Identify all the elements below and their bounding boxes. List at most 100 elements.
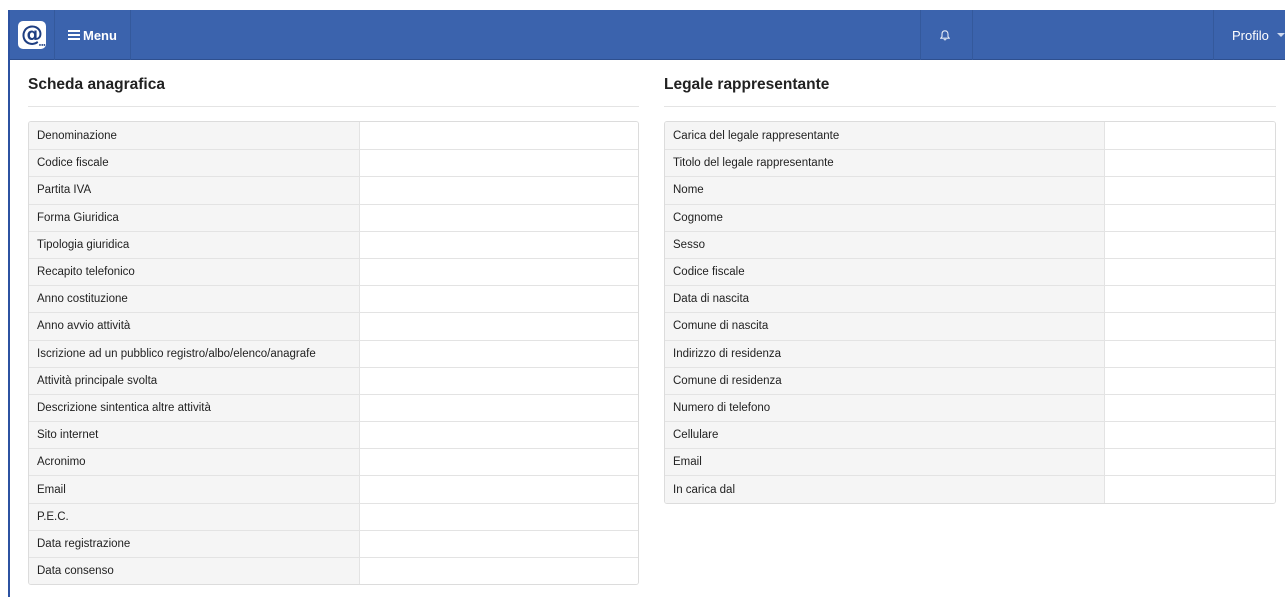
field-label: Indirizzo di residenza — [665, 340, 1105, 367]
field-label: Data consenso — [29, 558, 360, 585]
logo-text: @ — [21, 22, 43, 47]
field-value — [360, 394, 638, 422]
field-label: P.E.C. — [29, 503, 360, 530]
field-value — [360, 150, 638, 177]
field-value — [360, 449, 638, 476]
field-value — [1105, 177, 1275, 204]
hamburger-menu-icon — [68, 30, 80, 40]
table-row: P.E.C. — [29, 502, 638, 530]
table-row: Numero di telefono — [665, 393, 1275, 422]
table-row: Comune di nascita — [665, 312, 1275, 340]
field-value — [360, 122, 638, 150]
field-label: Data registrazione — [29, 530, 360, 557]
field-label: Comune di nascita — [665, 313, 1105, 340]
field-label: Codice fiscale — [665, 258, 1105, 286]
field-label: Recapito telefonico — [29, 258, 360, 286]
section-divider — [664, 106, 1276, 107]
notifications-button[interactable] — [938, 10, 952, 60]
table-row: Recapito telefonico — [29, 257, 638, 286]
field-value — [360, 313, 638, 340]
field-value — [360, 367, 638, 394]
menu-label: Menu — [83, 27, 117, 43]
menu-button[interactable]: Menu — [68, 10, 117, 60]
field-label: Cognome — [665, 204, 1105, 231]
field-value — [1105, 286, 1275, 313]
home-logo-link[interactable]: @ — [10, 10, 54, 60]
scheda-anagrafica-title: Scheda anagrafica — [28, 76, 165, 93]
table-row: Descrizione sintentica altre attività — [29, 393, 638, 422]
table-row: Data registrazione — [29, 529, 638, 557]
table-row: In carica dal — [665, 475, 1275, 503]
field-value — [360, 177, 638, 204]
field-value — [360, 340, 638, 367]
field-label: Anno costituzione — [29, 286, 360, 313]
section-divider — [28, 106, 639, 107]
table-row: Data di nascita — [665, 285, 1275, 313]
field-value — [1105, 204, 1275, 231]
navbar-divider — [130, 10, 131, 60]
field-label: Carica del legale rappresentante — [665, 122, 1105, 150]
field-label: Tipologia giuridica — [29, 231, 360, 258]
field-value — [360, 503, 638, 530]
table-row: Forma Giuridica — [29, 203, 638, 231]
top-navbar: @ Menu Profilo — [10, 10, 1285, 60]
field-value — [1105, 340, 1275, 367]
legale-rappresentante-table: Carica del legale rappresentante Titolo d… — [664, 121, 1276, 504]
field-label: Numero di telefono — [665, 394, 1105, 422]
table-row: Carica del legale rappresentante — [665, 122, 1275, 150]
field-label: Codice fiscale — [29, 150, 360, 177]
table-row: Iscrizione ad un pubblico registro/albo/… — [29, 339, 638, 367]
bell-icon — [940, 29, 950, 40]
table-row: Codice fiscale — [665, 257, 1275, 286]
table-row: Sito internet — [29, 421, 638, 449]
field-value — [1105, 150, 1275, 177]
field-value — [360, 422, 638, 449]
field-label: Email — [665, 449, 1105, 476]
field-label: Nome — [665, 177, 1105, 204]
field-label: Cellulare — [665, 422, 1105, 449]
top-margin — [0, 0, 1285, 10]
field-value — [1105, 394, 1275, 422]
field-value — [1105, 449, 1275, 476]
table-row: Denominazione — [29, 122, 638, 150]
table-row: Cognome — [665, 203, 1275, 231]
field-label: Data di nascita — [665, 286, 1105, 313]
field-label: Partita IVA — [29, 177, 360, 204]
field-label: Forma Giuridica — [29, 204, 360, 231]
navbar-divider — [1213, 10, 1214, 60]
table-row: Cellulare — [665, 421, 1275, 449]
field-label: Attività principale svolta — [29, 367, 360, 394]
table-row: Tipologia giuridica — [29, 230, 638, 258]
field-label: In carica dal — [665, 476, 1105, 503]
field-value — [360, 476, 638, 503]
table-row: Attività principale svolta — [29, 366, 638, 394]
table-row: Sesso — [665, 230, 1275, 258]
field-value — [360, 286, 638, 313]
field-label: Comune di residenza — [665, 367, 1105, 394]
table-row: Anno avvio attività — [29, 312, 638, 340]
field-value — [1105, 367, 1275, 394]
table-row: Codice fiscale — [29, 149, 638, 177]
field-label: Sito internet — [29, 422, 360, 449]
at-sign-logo-icon: @ — [18, 21, 46, 49]
table-row: Data consenso — [29, 557, 638, 585]
field-label: Sesso — [665, 231, 1105, 258]
field-value — [1105, 258, 1275, 286]
field-label: Denominazione — [29, 122, 360, 150]
field-value — [1105, 476, 1275, 503]
caret-down-icon — [1276, 33, 1285, 37]
profile-dropdown[interactable]: Profilo — [1232, 10, 1285, 60]
field-value — [360, 258, 638, 286]
navbar-divider — [920, 10, 921, 60]
field-value — [360, 530, 638, 557]
left-page-edge — [0, 0, 10, 597]
field-label: Titolo del legale rappresentante — [665, 150, 1105, 177]
table-row: Email — [665, 448, 1275, 476]
field-label: Acronimo — [29, 449, 360, 476]
table-row: Partita IVA — [29, 176, 638, 204]
profile-label: Profilo — [1232, 27, 1269, 43]
field-label: Descrizione sintentica altre attività — [29, 394, 360, 422]
field-value — [360, 558, 638, 585]
table-row: Email — [29, 475, 638, 503]
table-row: Indirizzo di residenza — [665, 339, 1275, 367]
